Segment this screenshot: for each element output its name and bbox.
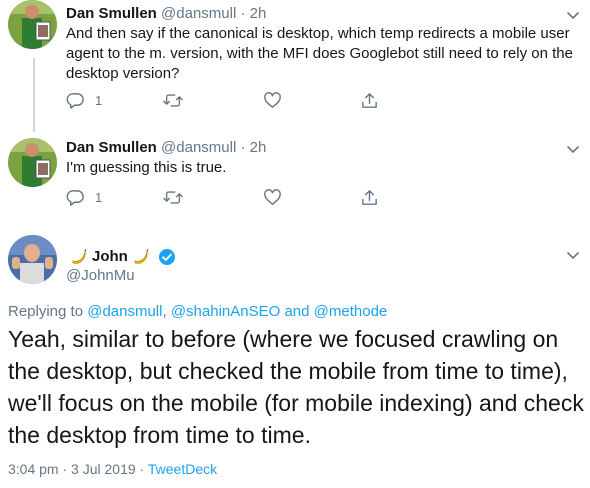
mention-link[interactable]: @methode [314,303,388,320]
avatar[interactable] [8,0,57,49]
author-name[interactable]: Dan Smullen [66,5,157,22]
banana-emoji-icon [70,248,88,266]
tweet-source-link[interactable]: TweetDeck [148,461,217,477]
mention-conjunction[interactable]: and [284,303,309,320]
replying-prefix: Replying to [8,303,84,320]
chevron-down-icon[interactable] [564,246,582,264]
separator-dot: · [240,5,246,22]
share-icon [360,188,379,207]
reply-button[interactable]: 1 [66,186,102,208]
author-name[interactable]: Dan Smullen [66,139,157,156]
separator-dot: · [139,461,145,477]
tweet-actions: 1 [66,89,396,111]
retweet-button[interactable] [163,186,183,208]
verified-badge-icon [158,248,176,266]
avatar[interactable] [8,138,57,187]
retweet-icon [163,91,183,110]
share-button[interactable] [360,186,379,208]
share-icon [360,91,379,110]
tweet-metadata: 3:04 pm · 3 Jul 2019 · TweetDeck [8,460,217,478]
separator-dot: · [240,139,246,156]
tweet-text: I'm guessing this is true. [66,159,227,176]
like-button[interactable] [263,89,282,111]
reply-icon [66,91,85,110]
mention-separator: , [162,303,167,320]
reply-tweet[interactable]: Dan Smullen @dansmull · 2h I'm guessing … [0,134,590,228]
author-handle[interactable]: @dansmull [161,5,236,22]
replying-to: Replying to @dansmull, @shahinAnSEO and … [8,302,387,322]
like-button[interactable] [263,186,282,208]
tweet-date[interactable]: 3 Jul 2019 [71,461,136,477]
tweet-header: Dan Smullen @dansmull · 2h [66,4,266,24]
chevron-down-icon[interactable] [564,6,582,24]
retweet-icon [163,188,183,207]
tweet-text: And then say if the canonical is desktop… [66,25,573,82]
tweet-actions: 1 [66,186,396,208]
avatar[interactable] [8,235,57,284]
separator-dot: · [62,461,68,477]
reply-tweet[interactable]: Dan Smullen @dansmull · 2h And then say … [0,0,590,122]
heart-icon [263,188,282,207]
banana-emoji-icon [132,248,150,266]
tweet-time[interactable]: 2h [250,139,267,156]
mention-link[interactable]: @dansmull [87,303,162,320]
main-tweet-text: Yeah, similar to before (where we focuse… [8,326,584,448]
author-name[interactable]: John [92,247,128,267]
share-button[interactable] [360,89,379,111]
author-handle[interactable]: @dansmull [161,139,236,156]
main-author-name[interactable]: John [66,247,176,267]
mention-link[interactable]: @shahinAnSEO [171,303,280,320]
reply-count: 1 [95,92,103,108]
heart-icon [263,91,282,110]
tweet-time[interactable]: 3:04 pm [8,461,59,477]
tweet-header: Dan Smullen @dansmull · 2h [66,138,266,158]
reply-count: 1 [95,189,103,205]
author-handle[interactable]: @JohnMu [66,266,135,286]
tweet-time[interactable]: 2h [250,5,267,22]
reply-button[interactable]: 1 [66,89,102,111]
retweet-button[interactable] [163,89,183,111]
reply-icon [66,188,85,207]
chevron-down-icon[interactable] [564,140,582,158]
